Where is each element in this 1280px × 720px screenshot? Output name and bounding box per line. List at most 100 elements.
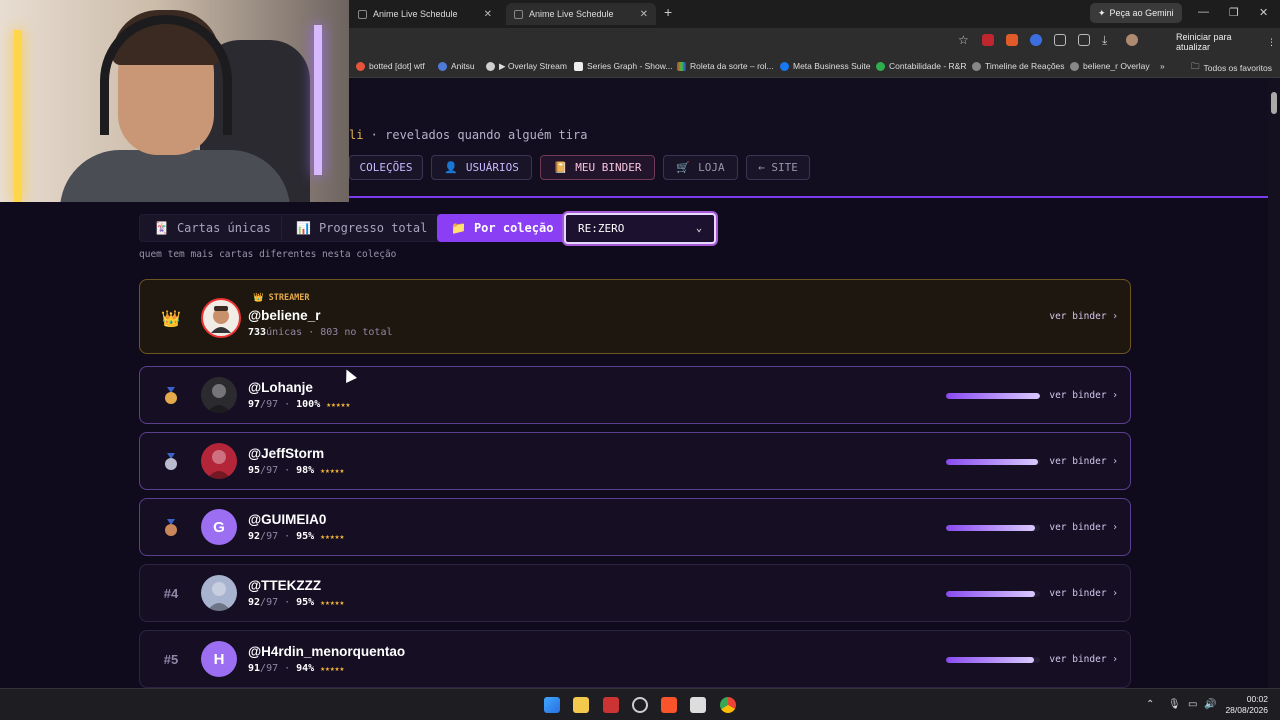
nav-meu-binder-button[interactable]: 📔 MEU BINDER: [540, 155, 655, 180]
cards-icon: 🃏: [154, 221, 169, 235]
system-clock[interactable]: 00:02 28/08/2026: [1224, 694, 1268, 716]
tab-close-icon[interactable]: ✕: [484, 9, 492, 20]
filter-progresso-total[interactable]: 📊 Progresso total: [281, 214, 443, 242]
unique-count: 733: [248, 327, 267, 338]
tab-title: Anime Live Schedule: [373, 9, 458, 19]
download-icon[interactable]: ⤓: [1102, 34, 1114, 46]
bookmark-item[interactable]: botted [dot] wtf: [356, 61, 425, 71]
brave-icon[interactable]: [661, 697, 677, 713]
restore-icon[interactable]: ❐: [1229, 6, 1239, 19]
page-scrollbar[interactable]: [1268, 78, 1280, 688]
nav-colecoes-button[interactable]: COLEÇÕES: [349, 155, 423, 180]
browser-tab-2[interactable]: Anime Live Schedule ✕: [506, 3, 656, 25]
bookmark-item[interactable]: Anitsu: [438, 61, 475, 71]
streamer-name[interactable]: @beliene_r: [248, 308, 320, 323]
avatar-face-icon: [211, 306, 231, 333]
nav-usuarios-button[interactable]: 👤 USUÁRIOS: [431, 155, 532, 180]
separator: ·: [284, 465, 291, 476]
bookmark-favicon-icon: [972, 61, 981, 71]
extension-icon[interactable]: [1006, 34, 1018, 46]
ranking-row[interactable]: @Lohanje 97/97 · 100% ★★★★★ ver binder ›: [139, 366, 1131, 424]
streamer-card[interactable]: 👑 👑 STREAMER @beliene_r 733 únicas · 803…: [139, 279, 1131, 354]
volume-icon[interactable]: 🔊: [1204, 699, 1216, 710]
ranking-row[interactable]: @JeffStorm 95/97 · 98% ★★★★★ ver binder …: [139, 432, 1131, 490]
user-name[interactable]: @GUIMEIA0: [248, 512, 326, 527]
progress-bar: [946, 525, 1040, 531]
puzzle-icon[interactable]: [1078, 34, 1090, 46]
nav-loja-button[interactable]: 🛒 LOJA: [663, 155, 738, 180]
browser-tab-1[interactable]: Anime Live Schedule ✕: [350, 3, 500, 25]
gemini-button[interactable]: ✦ Peça ao Gemini: [1090, 3, 1182, 23]
ranking-row[interactable]: #4 @TTEKZZZ 92/97 · 95% ★★★★★ ver binder…: [139, 564, 1131, 622]
filter-label: Por coleção: [473, 221, 554, 235]
nav-site-button[interactable]: ← SITE: [746, 155, 810, 180]
app-icon[interactable]: [603, 697, 619, 713]
bookmark-item[interactable]: Contabilidade - R&R: [876, 61, 966, 71]
filter-cartas-unicas[interactable]: 🃏 Cartas únicas: [139, 214, 286, 242]
extension-icon[interactable]: [982, 34, 994, 46]
user-name[interactable]: @JeffStorm: [248, 446, 324, 461]
avatar[interactable]: [201, 575, 237, 611]
bookmark-item[interactable]: Roleta da sorte – rol...: [677, 61, 774, 71]
extension-icon[interactable]: [1054, 34, 1066, 46]
profile-avatar[interactable]: [1126, 34, 1138, 46]
rating-stars-icon: ★★★★★: [320, 664, 345, 673]
ranking-row[interactable]: G @GUIMEIA0 92/97 · 95% ★★★★★ ver binder…: [139, 498, 1131, 556]
restart-update-button[interactable]: Reiniciar para atualizar ⋮: [1172, 32, 1280, 52]
bookmarks-overflow-icon[interactable]: »: [1160, 61, 1165, 71]
bookmark-item[interactable]: Timeline de Reações: [972, 61, 1065, 71]
ver-binder-link[interactable]: ver binder ›: [1049, 654, 1118, 665]
ver-binder-link[interactable]: ver binder ›: [1049, 456, 1118, 467]
folder-icon: 📁: [451, 221, 466, 235]
crown-small-icon: 👑: [253, 293, 264, 303]
scrollbar-thumb[interactable]: [1271, 92, 1277, 114]
extension-icon[interactable]: [1030, 34, 1042, 46]
ver-binder-link[interactable]: ver binder ›: [1049, 390, 1118, 401]
bookmark-item[interactable]: Series Graph - Show...: [574, 61, 673, 71]
star-icon[interactable]: ☆: [958, 34, 970, 46]
all-favorites-label: Todos os favoritos: [1203, 63, 1273, 73]
ver-binder-link[interactable]: ver binder ›: [1049, 522, 1118, 533]
kebab-menu-icon[interactable]: ⋮: [1267, 37, 1276, 48]
avatar[interactable]: [201, 298, 241, 338]
close-window-icon[interactable]: ✕: [1259, 6, 1268, 19]
tray-chevron-icon[interactable]: ⌃: [1146, 699, 1154, 710]
bookmark-label: beliene_r Overlay: [1083, 61, 1150, 71]
avatar[interactable]: G: [201, 509, 237, 545]
bronze-medal-icon: [165, 519, 177, 536]
bookmark-favicon-icon: [876, 61, 885, 71]
windows-start-icon[interactable]: [544, 697, 560, 713]
ver-binder-link[interactable]: ver binder ›: [1049, 311, 1118, 322]
all-favorites-folder[interactable]: 🗀 Todos os favoritos: [1191, 61, 1272, 75]
filter-por-colecao[interactable]: 📁 Por coleção: [437, 214, 568, 242]
chrome-icon[interactable]: [720, 697, 736, 713]
total-count: /97: [260, 465, 279, 476]
webcam-light-left: [14, 30, 22, 202]
user-name[interactable]: @TTEKZZZ: [248, 578, 321, 593]
streamer-stats: 733 únicas · 803 no total: [248, 327, 393, 338]
ver-binder-link[interactable]: ver binder ›: [1049, 588, 1118, 599]
avatar[interactable]: [201, 377, 237, 413]
bookmark-item[interactable]: Meta Business Suite: [780, 61, 870, 71]
user-name[interactable]: @H4rdin_menorquentao: [248, 644, 405, 659]
webcam-light-right: [314, 25, 322, 175]
user-name[interactable]: @Lohanje: [248, 380, 313, 395]
collection-select[interactable]: RE:ZERO ⌄: [564, 213, 716, 244]
app-icon[interactable]: [690, 697, 706, 713]
file-explorer-icon[interactable]: [573, 697, 589, 713]
tab-close-icon[interactable]: ✕: [640, 9, 648, 20]
bookmark-item[interactable]: beliene_r Overlay: [1070, 61, 1150, 71]
ranking-row[interactable]: #5 H @H4rdin_menorquentao 91/97 · 94% ★★…: [139, 630, 1131, 688]
separator: ·: [284, 399, 291, 410]
app-icon[interactable]: [632, 697, 648, 713]
avatar[interactable]: H: [201, 641, 237, 677]
webcam-headset: [100, 15, 232, 135]
network-icon[interactable]: ▭: [1188, 699, 1197, 710]
progress-fill: [946, 591, 1036, 597]
bookmark-item[interactable]: ▶ Overlay Stream: [486, 61, 567, 72]
minimize-icon[interactable]: —: [1198, 6, 1209, 18]
avatar[interactable]: [201, 443, 237, 479]
new-tab-icon[interactable]: +: [664, 4, 672, 20]
microphone-icon[interactable]: 🎙: [1168, 699, 1181, 710]
separator: ·: [284, 531, 291, 542]
